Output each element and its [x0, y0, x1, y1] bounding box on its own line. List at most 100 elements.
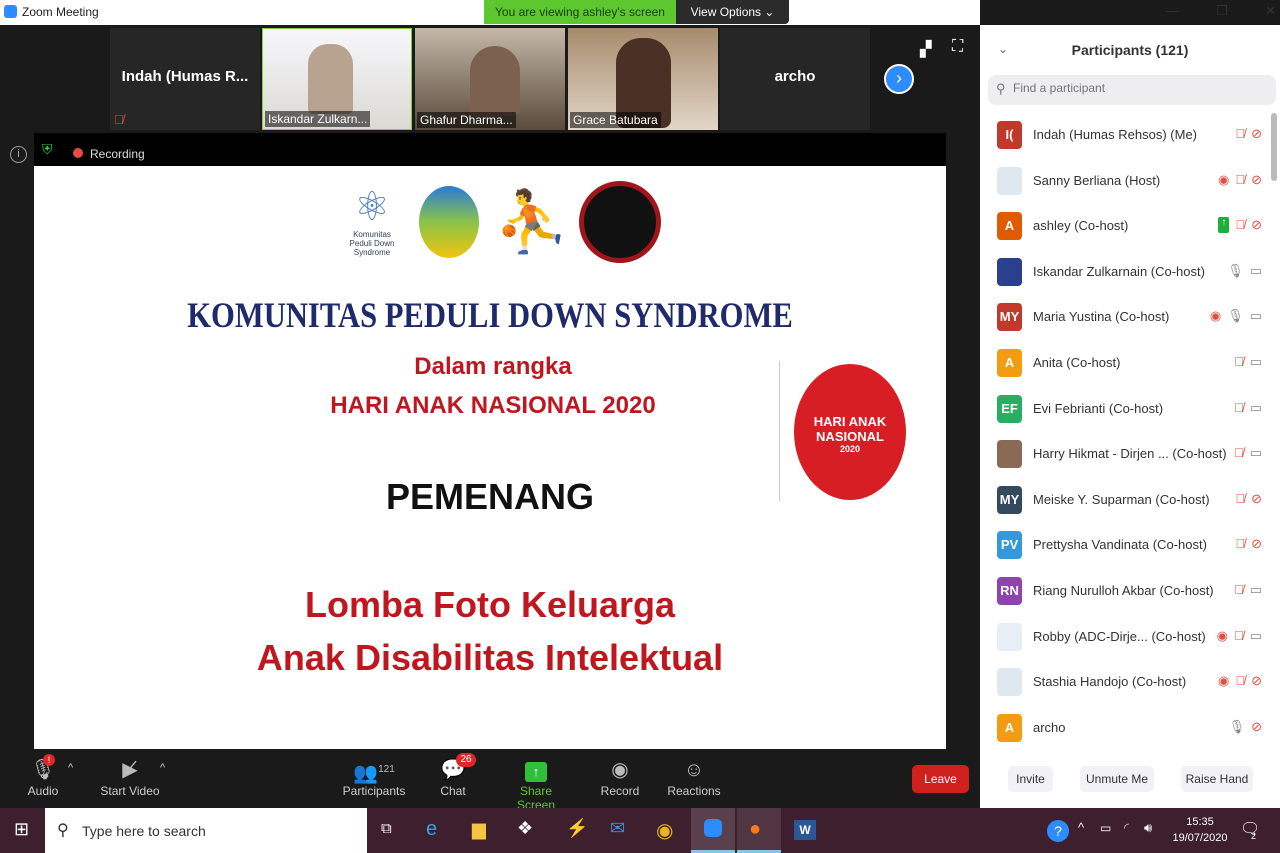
next-page-button[interactable]: › — [884, 64, 914, 94]
mic-muted-icon[interactable]: 🎙̸ — [1234, 628, 1244, 644]
app-icon[interactable]: ⚡ — [566, 818, 588, 839]
mic-icon[interactable]: 🎙 — [1227, 308, 1244, 324]
share-screen-button[interactable]: ↑ Share Screen — [500, 756, 572, 812]
fullscreen-icon[interactable]: ⛶ — [952, 38, 963, 56]
invite-button[interactable]: Invite — [1008, 766, 1053, 792]
mail-icon[interactable]: ✉ — [610, 818, 625, 839]
leave-button[interactable]: Leave — [912, 765, 969, 793]
maximize-button[interactable]: ❐ — [1216, 3, 1228, 19]
firefox-taskbar-button[interactable]: ● — [737, 808, 781, 853]
edge-icon[interactable]: e — [426, 818, 437, 841]
scrollbar[interactable] — [1271, 113, 1277, 181]
video-off-icon[interactable]: ⊘ — [1251, 491, 1262, 507]
start-video-button[interactable]: ▶̸ Start Video — [100, 756, 160, 798]
video-tile[interactable]: Ghafur Dharma... — [415, 28, 565, 130]
video-off-icon[interactable]: ⊘ — [1251, 673, 1262, 689]
participant-row[interactable]: A Anita (Co-host) 🎙̸ ▭ — [997, 346, 1262, 380]
participant-row[interactable]: Aarcho 🎙 ⊘ — [997, 711, 1262, 745]
help-icon[interactable]: ? — [1047, 820, 1069, 842]
mic-muted-icon[interactable]: 🎙̸ — [1235, 673, 1245, 689]
windows-start-icon[interactable]: ⊞ — [14, 819, 29, 840]
video-off-icon[interactable]: ⊘ — [1251, 217, 1262, 233]
video-tile[interactable]: Grace Batubara — [568, 28, 718, 130]
mic-muted-icon[interactable]: 🎙̸ — [1235, 491, 1245, 507]
video-options-caret[interactable]: ^ — [160, 762, 165, 774]
video-icon[interactable]: ▭ — [1250, 308, 1262, 324]
video-tile[interactable]: Indah (Humas R... 🎙̸ — [110, 28, 260, 130]
participant-status-icons: 🎙̸ ▭ — [1234, 582, 1262, 598]
file-explorer-icon[interactable]: ▆ — [472, 819, 486, 840]
security-shield-icon[interactable]: ⛨ — [42, 141, 53, 158]
video-off-icon[interactable]: ⊘ — [1251, 536, 1262, 552]
video-off-icon[interactable]: ⊘ — [1251, 126, 1262, 142]
mic-muted-icon[interactable]: 🎙̸ — [1234, 354, 1244, 370]
taskbar-search[interactable]: ⚲ Type here to search — [45, 808, 367, 853]
ministry-logo — [419, 186, 479, 258]
wifi-icon[interactable]: ◜ — [1124, 820, 1129, 836]
volume-icon[interactable]: 🔊︎ — [1144, 820, 1152, 836]
video-icon[interactable]: ▭ — [1250, 628, 1262, 644]
raise-hand-button[interactable]: Raise Hand — [1181, 766, 1253, 792]
info-icon[interactable]: i — [10, 146, 27, 163]
clock[interactable]: 15:35 19/07/2020 — [1170, 814, 1230, 846]
mic-muted-icon[interactable]: 🎙̸ — [1234, 445, 1244, 461]
close-button[interactable]: ✕ — [1265, 3, 1276, 19]
participant-row[interactable]: PV Prettysha Vandinata (Co-host) 🎙̸ ⊘ — [997, 528, 1262, 562]
word-icon[interactable]: W — [794, 820, 816, 840]
recording-icon: ◉ — [1218, 171, 1230, 187]
mic-muted-icon[interactable]: 🎙̸ — [1234, 582, 1244, 598]
video-tile[interactable]: Iskandar Zulkarn... — [262, 28, 412, 130]
mic-muted-icon[interactable]: 🎙̸ — [1234, 400, 1244, 416]
video-tile[interactable]: archo — [720, 28, 870, 130]
tile-name: Iskandar Zulkarn... — [265, 111, 371, 127]
dropbox-icon[interactable]: ❖ — [517, 818, 533, 839]
participant-search[interactable]: ⚲ — [988, 75, 1276, 105]
panel-title: Participants (121) — [1071, 42, 1189, 58]
audio-options-caret[interactable]: ^ — [68, 762, 73, 774]
video-off-icon[interactable]: ⊘ — [1251, 719, 1262, 735]
participant-row[interactable]: I(Indah (Humas Rehsos) (Me) 🎙̸ ⊘ — [997, 118, 1262, 152]
participant-row[interactable]: MY Maria Yustina (Co-host) ◉ 🎙 ▭ — [997, 300, 1262, 334]
participant-row[interactable]: RN Riang Nurulloh Akbar (Co-host) 🎙̸ ▭ — [997, 574, 1262, 608]
avatar: MY — [997, 303, 1022, 332]
participant-row[interactable]: Robby (ADC-Dirje... (Co-host) ◉ 🎙̸ ▭ — [997, 620, 1262, 654]
mic-muted-icon[interactable]: 🎙̸ — [1235, 126, 1245, 142]
video-icon[interactable]: ▭ — [1250, 445, 1262, 461]
participant-row[interactable]: Sanny Berliana (Host) ◉ 🎙̸ ⊘ — [997, 164, 1262, 198]
layout-icon[interactable]: ▞ — [920, 40, 932, 58]
video-icon[interactable]: ▭ — [1250, 263, 1262, 279]
participant-row[interactable]: Harry Hikmat - Dirjen ... (Co-host) 🎙̸ ▭ — [997, 437, 1262, 471]
participant-row[interactable]: Iskandar Zulkarnain (Co-host) 🎙 ▭ — [997, 255, 1262, 289]
taskbar-search-input[interactable]: Type here to search — [82, 823, 206, 839]
mic-muted-icon[interactable]: 🎙̸ — [1235, 172, 1245, 188]
participant-row[interactable]: MY Meiske Y. Suparman (Co-host) 🎙̸ ⊘ — [997, 483, 1262, 517]
mic-icon[interactable]: 🎙 — [1229, 719, 1246, 735]
participant-status-icons: 🎙̸ ⊘ — [1235, 491, 1262, 507]
chat-badge: 26 — [456, 753, 476, 767]
video-icon[interactable]: ▭ — [1250, 582, 1262, 598]
video-off-icon[interactable]: ⊘ — [1251, 172, 1262, 188]
mic-muted-icon[interactable]: 🎙̸ — [1235, 217, 1245, 233]
task-view-icon[interactable]: ⧉ — [381, 820, 392, 837]
tray-chevron-icon[interactable]: ^ — [1078, 820, 1084, 835]
window-controls: — ❐ ✕ — [1166, 3, 1276, 19]
participant-name: Sanny Berliana (Host) — [1033, 172, 1161, 188]
unmute-me-button[interactable]: Unmute Me — [1080, 766, 1154, 792]
video-icon[interactable]: ▭ — [1250, 400, 1262, 416]
minimize-button[interactable]: — — [1166, 3, 1179, 19]
chrome-icon[interactable]: ◉ — [656, 818, 673, 843]
search-input[interactable] — [1013, 81, 1263, 95]
mic-muted-icon[interactable]: 🎙̸ — [1235, 536, 1245, 552]
avatar: MY — [997, 485, 1022, 514]
participant-row[interactable]: Stashia Handojo (Co-host) ◉ 🎙̸ ⊘ — [997, 665, 1262, 699]
view-options-button[interactable]: View Options ⌄ — [676, 0, 789, 24]
zoom-taskbar-button[interactable] — [691, 808, 735, 853]
participant-row[interactable]: EF Evi Febrianti (Co-host) 🎙̸ ▭ — [997, 392, 1262, 426]
video-icon[interactable]: ▭ — [1250, 354, 1262, 370]
participants-button[interactable]: 👥121 Participants — [340, 756, 408, 798]
battery-icon[interactable]: ▭ — [1100, 821, 1111, 835]
reactions-button[interactable]: ☺ Reactions — [665, 756, 723, 798]
participant-row[interactable]: Aashley (Co-host) ↑ 🎙̸ ⊘ — [997, 209, 1262, 243]
record-button[interactable]: ◉ Record — [598, 756, 642, 798]
mic-icon[interactable]: 🎙 — [1227, 263, 1244, 279]
